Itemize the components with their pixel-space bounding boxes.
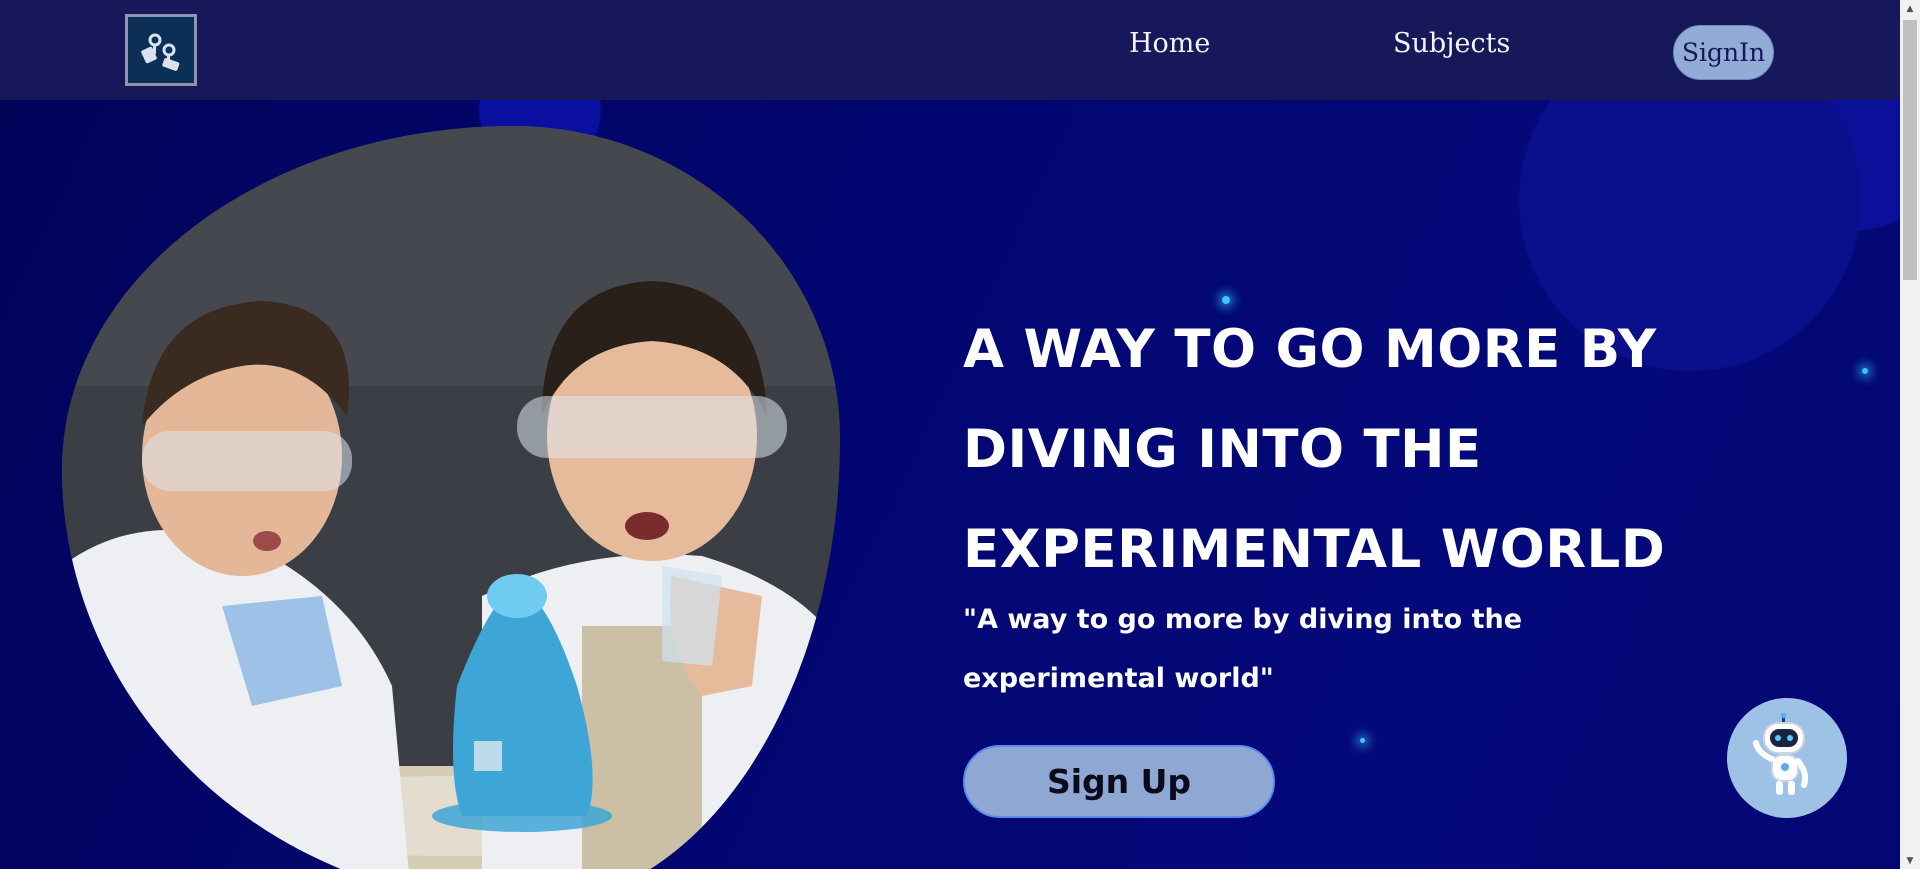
scrollbar-thumb[interactable] bbox=[1903, 20, 1917, 280]
scroll-up-icon[interactable]: ▲ bbox=[1900, 0, 1920, 17]
robot-icon bbox=[1753, 713, 1809, 795]
signin-button[interactable]: SignIn bbox=[1673, 25, 1774, 80]
glow-dot bbox=[1360, 738, 1365, 743]
children-experiment-illustration bbox=[62, 126, 840, 869]
navbar: Home Subjects SignIn bbox=[0, 0, 1900, 100]
scrollbar[interactable]: ▲ ▼ bbox=[1900, 0, 1920, 869]
hero-headline: A WAY TO GO MORE BY DIVING INTO THE EXPE… bbox=[963, 319, 1666, 580]
hero-subline: "A way to go more by diving into the exp… bbox=[963, 604, 1523, 694]
glow-dot bbox=[1862, 368, 1868, 374]
nav-home-link[interactable]: Home bbox=[1129, 28, 1210, 59]
logo[interactable] bbox=[125, 14, 197, 86]
signup-button[interactable]: Sign Up bbox=[963, 745, 1275, 818]
nav-subjects-link[interactable]: Subjects bbox=[1393, 28, 1510, 59]
hero-section: A WAY TO GO MORE BY DIVING INTO THE EXPE… bbox=[0, 100, 1900, 869]
hero-image bbox=[62, 126, 840, 869]
scroll-down-icon[interactable]: ▼ bbox=[1900, 852, 1920, 869]
lab-tools-icon bbox=[141, 33, 180, 71]
chatbot-button[interactable] bbox=[1727, 698, 1847, 818]
